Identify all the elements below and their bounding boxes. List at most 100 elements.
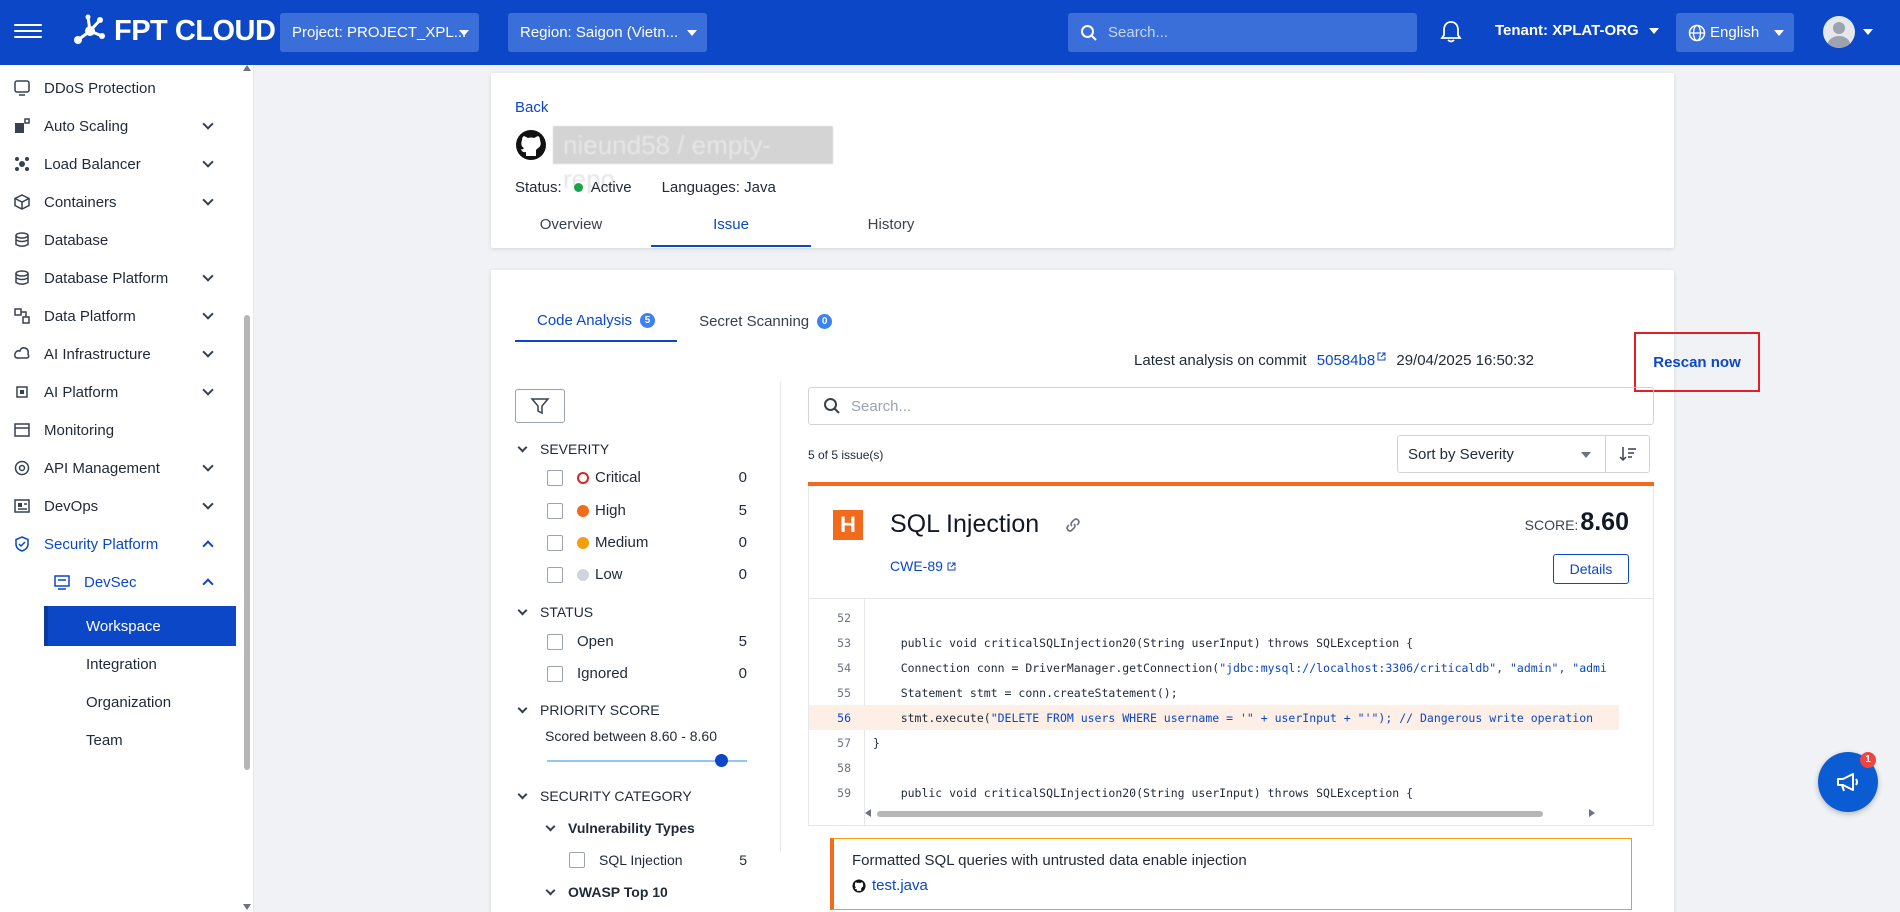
code-horizontal-scrollbar[interactable] bbox=[865, 809, 1595, 819]
filter-row-open: Open 5 bbox=[547, 633, 747, 650]
filter-row-medium: Medium 0 bbox=[547, 534, 747, 551]
rescan-button[interactable]: Rescan now bbox=[1634, 332, 1760, 392]
sidebar-item-label: AI Infrastructure bbox=[44, 345, 151, 363]
tab-history[interactable]: History bbox=[811, 203, 971, 247]
filter-icon bbox=[530, 398, 550, 415]
commit-link[interactable]: 50584b8 bbox=[1317, 352, 1386, 369]
sort-direction-button[interactable] bbox=[1605, 435, 1650, 473]
low-checkbox[interactable] bbox=[547, 566, 563, 583]
priority-section-header[interactable]: PRIORITY SCORE bbox=[517, 702, 660, 718]
high-checkbox[interactable] bbox=[547, 502, 563, 519]
filter-label: Medium bbox=[595, 534, 649, 551]
filter-button[interactable] bbox=[515, 389, 565, 423]
code-text: public void criticalSQLInjection20(Strin… bbox=[873, 635, 1414, 650]
slider-handle[interactable] bbox=[715, 754, 728, 767]
sort-label: Sort by Severity bbox=[1408, 445, 1514, 463]
filter-row-high: High 5 bbox=[547, 502, 747, 519]
status-section-header[interactable]: STATUS bbox=[517, 604, 593, 620]
sort-select[interactable]: Sort by Severity bbox=[1397, 435, 1606, 473]
line-number: 57 bbox=[837, 735, 851, 750]
sort-descending-icon bbox=[1618, 447, 1636, 462]
tab-issue[interactable]: Issue bbox=[651, 203, 811, 247]
sidebar-item-ai-platform[interactable]: AI Platform bbox=[0, 372, 236, 412]
count-badge: 5 bbox=[640, 312, 656, 328]
vuln-types-header[interactable]: Vulnerability Types bbox=[545, 820, 695, 836]
filter-count: 5 bbox=[738, 502, 747, 519]
sidebar-item-devsec[interactable]: DevSec bbox=[0, 562, 236, 602]
sidebar-item-load-balancer[interactable]: Load Balancer bbox=[0, 144, 236, 184]
sidebar-item-data-platform[interactable]: Data Platform bbox=[0, 296, 236, 336]
sidebar-item-label: Workspace bbox=[86, 617, 161, 635]
file-name: test.java bbox=[872, 877, 928, 894]
sidebar-item-database[interactable]: Database bbox=[0, 220, 236, 260]
open-checkbox[interactable] bbox=[547, 633, 563, 650]
global-search[interactable] bbox=[1068, 13, 1417, 52]
code-line: 57} bbox=[809, 730, 1619, 755]
sidebar-item-auto-scaling[interactable]: Auto Scaling bbox=[0, 106, 236, 146]
sidebar-item-label: Team bbox=[86, 731, 123, 749]
scaling-icon bbox=[14, 118, 30, 134]
sidebar-item-ddos-protection[interactable]: DDoS Protection bbox=[0, 68, 236, 108]
tab-code-analysis[interactable]: Code Analysis 5 bbox=[515, 300, 678, 342]
region-select[interactable]: Region: Saigon (Vietn... bbox=[508, 13, 707, 52]
menu-icon[interactable] bbox=[14, 20, 42, 44]
scroll-down-icon[interactable] bbox=[243, 904, 251, 910]
ignored-checkbox[interactable] bbox=[547, 665, 563, 682]
sidebar-item-containers[interactable]: Containers bbox=[0, 182, 236, 222]
back-link[interactable]: Back bbox=[515, 99, 548, 116]
search-icon bbox=[824, 398, 840, 414]
sql-injection-checkbox[interactable] bbox=[569, 852, 585, 868]
tab-label: Code Analysis bbox=[537, 311, 633, 329]
sidebar-item-workspace[interactable]: Workspace bbox=[44, 606, 236, 646]
medium-checkbox[interactable] bbox=[547, 534, 563, 551]
issue-search[interactable] bbox=[808, 387, 1654, 425]
filter-row-low: Low 0 bbox=[547, 566, 747, 583]
project-select[interactable]: Project: PROJECT_XPL... bbox=[280, 13, 479, 52]
sidebar-item-api-management[interactable]: API Management bbox=[0, 448, 236, 488]
scroll-right-icon[interactable] bbox=[1589, 809, 1595, 817]
brand-logo[interactable]: FPT CLOUD bbox=[70, 14, 276, 48]
sidebar-item-database-platform[interactable]: Database Platform bbox=[0, 258, 236, 298]
sidebar-item-monitoring[interactable]: Monitoring bbox=[0, 410, 236, 450]
sidebar-item-integration[interactable]: Integration bbox=[44, 644, 236, 684]
sidebar-item-security-platform[interactable]: Security Platform bbox=[0, 524, 236, 564]
priority-score-slider[interactable] bbox=[547, 754, 747, 767]
tab-secret-scanning[interactable]: Secret Scanning 0 bbox=[677, 300, 854, 342]
caret-down-icon bbox=[1774, 30, 1784, 36]
category-section-header[interactable]: SECURITY CATEGORY bbox=[517, 788, 692, 804]
filter-label: Low bbox=[595, 566, 623, 583]
top-bar: FPT CLOUD Project: PROJECT_XPL... Region… bbox=[0, 0, 1900, 65]
scroll-left-icon[interactable] bbox=[865, 809, 871, 817]
owasp-header[interactable]: OWASP Top 10 bbox=[545, 884, 668, 900]
chip-icon bbox=[14, 384, 30, 400]
bell-icon[interactable] bbox=[1440, 20, 1462, 48]
severity-section-header[interactable]: SEVERITY bbox=[517, 441, 609, 457]
file-link[interactable]: test.java bbox=[852, 877, 1613, 894]
language-select[interactable]: English bbox=[1676, 13, 1794, 52]
sidebar-item-ai-infrastructure[interactable]: AI Infrastructure bbox=[0, 334, 236, 374]
score-value: 8.60 bbox=[1580, 508, 1629, 536]
line-number: 56 bbox=[837, 710, 851, 725]
sidebar-item-devops[interactable]: DevOps bbox=[0, 486, 236, 526]
filter-label: Open bbox=[577, 633, 614, 650]
scrollbar-thumb[interactable] bbox=[877, 811, 1543, 817]
scroll-up-icon[interactable] bbox=[243, 65, 251, 71]
filter-count: 5 bbox=[739, 852, 747, 868]
tab-label: Secret Scanning bbox=[699, 312, 810, 330]
caret-down-icon bbox=[687, 30, 697, 36]
global-search-input[interactable] bbox=[1108, 24, 1398, 41]
issue-search-input[interactable] bbox=[851, 397, 1631, 415]
scrollbar-thumb[interactable] bbox=[244, 315, 250, 770]
details-button[interactable]: Details bbox=[1553, 554, 1629, 584]
cwe-link[interactable]: CWE-89 bbox=[890, 558, 956, 574]
critical-checkbox[interactable] bbox=[547, 469, 563, 486]
sidebar-item-team[interactable]: Team bbox=[44, 720, 236, 760]
link-icon[interactable] bbox=[1064, 516, 1082, 538]
user-menu[interactable] bbox=[1823, 16, 1873, 48]
database-icon bbox=[14, 232, 30, 248]
sidebar-item-organization[interactable]: Organization bbox=[44, 682, 236, 722]
sidebar-scrollbar[interactable] bbox=[242, 65, 252, 912]
chevron-down-icon bbox=[517, 703, 528, 713]
tab-overview[interactable]: Overview bbox=[491, 203, 651, 247]
tenant-select[interactable]: Tenant: XPLAT-ORG bbox=[1495, 22, 1659, 39]
